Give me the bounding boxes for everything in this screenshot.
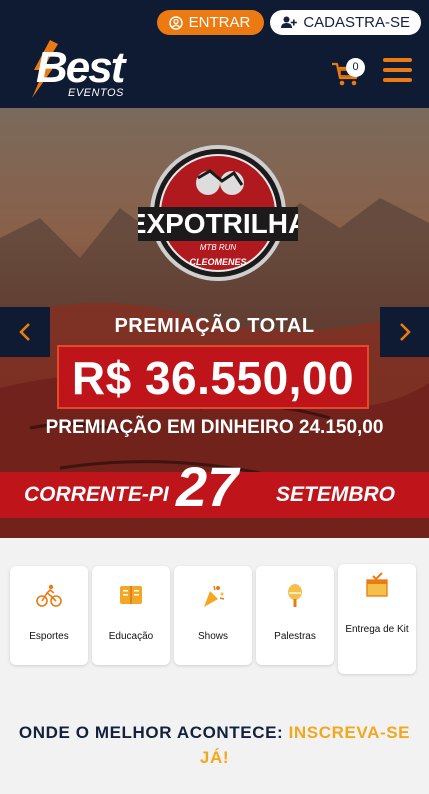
brand-logo[interactable]: Best EVENTOS	[30, 40, 160, 100]
package-icon	[366, 572, 388, 597]
register-label: CADASTRA-SE	[303, 14, 410, 31]
user-circle-icon	[168, 15, 183, 30]
event-month: SETEMBRO	[276, 483, 396, 506]
cart-count-badge: 0	[346, 58, 365, 77]
prize-cash-text: PREMIAÇÃO EM DINHEIRO 24.150,00	[45, 417, 384, 438]
prize-value: R$ 36.550,00	[71, 352, 355, 404]
event-day: 27	[176, 455, 239, 518]
event-city: CORRENTE-PI	[24, 483, 169, 506]
expotrilha-emblem: EXPOTRILHA MTB RUN CLEOMENES	[138, 145, 298, 281]
emblem-caption: CLEOMENES	[189, 257, 246, 267]
logo-text: Best	[36, 43, 125, 92]
emblem-subtitle: MTB RUN	[200, 243, 237, 252]
chevron-right-icon	[400, 323, 411, 341]
emblem-title: EXPOTRILHA	[138, 208, 298, 239]
category-label: Entrega de Kit	[345, 624, 409, 635]
tagline-main: ONDE O MELHOR ACONTECE:	[18, 723, 289, 742]
tagline: ONDE O MELHOR ACONTECE: INSCREVA-SE JÁ!	[10, 720, 419, 770]
carousel-prev-button[interactable]	[0, 307, 50, 357]
logo-subtitle: EVENTOS	[68, 87, 124, 99]
category-card-educacao[interactable]: Educação	[92, 566, 170, 665]
hero-banner[interactable]: EXPOTRILHA MTB RUN CLEOMENES PREMIAÇÃO T…	[0, 108, 429, 538]
auth-buttons: ENTRAR CADASTRA-SE	[156, 10, 421, 35]
carousel-next-button[interactable]	[380, 307, 429, 357]
category-card-esportes[interactable]: Esportes	[10, 566, 88, 665]
category-label: Palestras	[274, 631, 316, 642]
category-label: Shows	[197, 631, 228, 642]
book-icon	[120, 586, 142, 604]
party-icon	[204, 585, 225, 607]
category-list: Esportes Educação Shows Palestras Entreg…	[10, 564, 416, 674]
microphone-icon	[288, 584, 302, 607]
category-card-entrega-kit[interactable]: Entrega de Kit	[338, 564, 416, 674]
prize-value-box: R$ 36.550,00	[57, 345, 369, 409]
chevron-left-icon	[19, 323, 30, 341]
login-label: ENTRAR	[188, 14, 251, 31]
category-card-palestras[interactable]: Palestras	[256, 566, 334, 665]
category-label: Educação	[108, 631, 154, 642]
login-button[interactable]: ENTRAR	[156, 10, 265, 35]
cyclist-icon	[36, 584, 62, 607]
hamburger-menu-icon[interactable]	[383, 58, 412, 86]
add-user-icon	[281, 16, 298, 28]
register-button[interactable]: CADASTRA-SE	[270, 10, 421, 35]
category-label: Esportes	[29, 631, 69, 642]
prize-title: PREMIAÇÃO TOTAL	[114, 315, 315, 337]
top-header: ENTRAR CADASTRA-SE Best EVENTOS 0	[0, 0, 429, 108]
category-card-shows[interactable]: Shows	[174, 566, 252, 665]
